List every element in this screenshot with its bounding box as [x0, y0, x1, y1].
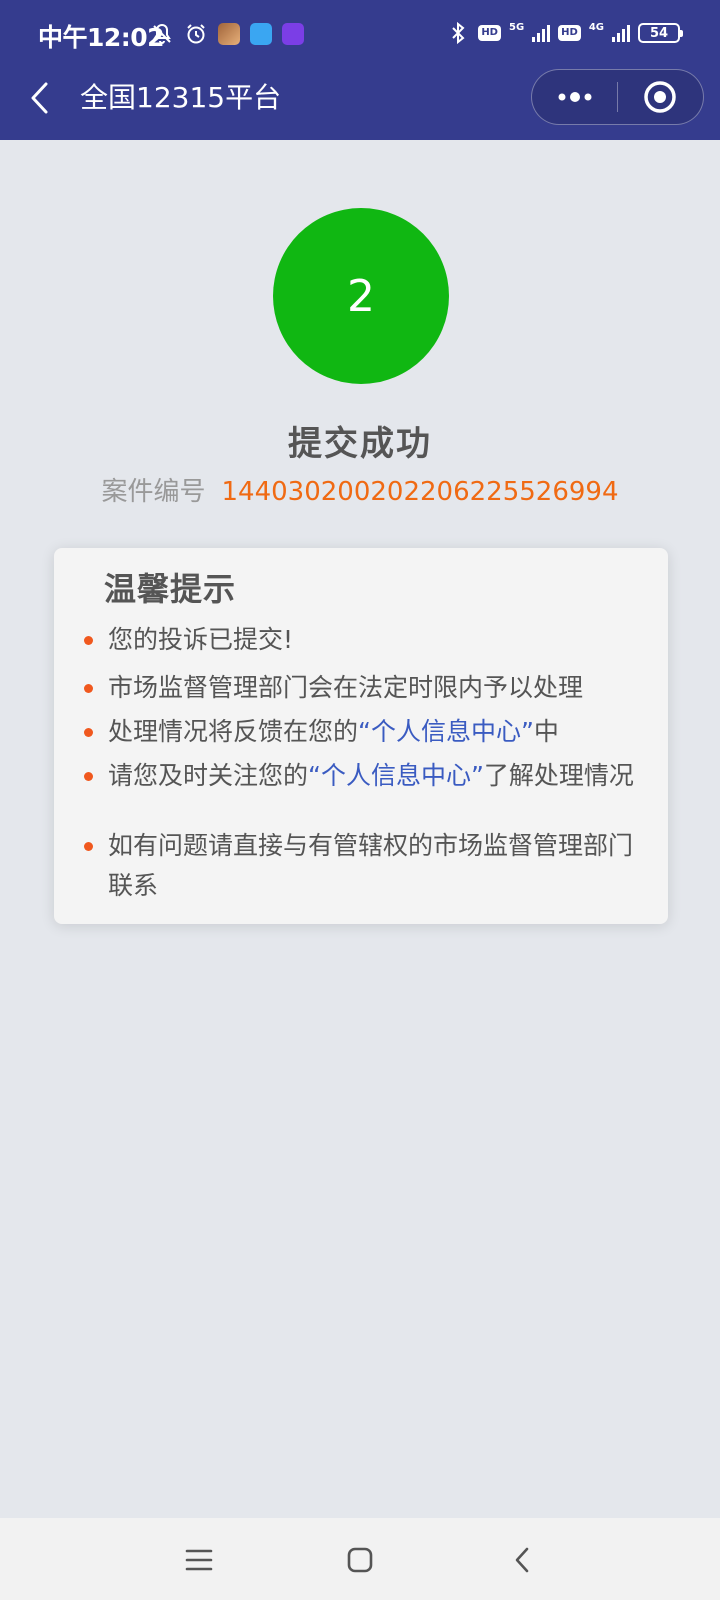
bullet-dot-icon [84, 728, 93, 737]
signal-5g-icon [532, 24, 551, 42]
mini-program-capsule [531, 69, 704, 125]
tip-text-after: 了解处理情况 [483, 761, 634, 790]
signal-4g-icon [612, 24, 630, 42]
step-number: 2 [347, 270, 375, 322]
tips-title: 温馨提示 [104, 570, 237, 608]
system-navigation-bar [0, 1518, 720, 1600]
case-number-value: 144030200202206225526994 [221, 477, 619, 507]
bluetooth-icon [446, 21, 470, 45]
tip-item: 处理情况将反馈在您的“个人信息中心”中 [84, 718, 644, 746]
tip-item: 如有问题请直接与有管辖权的市场监督管理部门联系 [84, 826, 644, 906]
target-circle-icon [644, 81, 677, 113]
tip-item: 您的投诉已提交! [84, 626, 644, 654]
page-title: 全国12315平台 [80, 81, 282, 114]
tip-text: 如有问题请直接与有管辖权的市场监督管理部门联系 [108, 831, 634, 900]
back-button[interactable] [22, 78, 58, 118]
tips-card: 温馨提示 您的投诉已提交! 市场监督管理部门会在法定时限内予以处理 处理情况将反… [54, 548, 668, 924]
tip-text-before: 请您及时关注您的 [108, 761, 309, 790]
tip-text: 市场监督管理部门会在法定时限内予以处理 [108, 673, 584, 702]
hd-badge-2: HD [558, 25, 581, 41]
hd-badge: HD [478, 25, 501, 41]
case-number-label: 案件编号 [101, 477, 206, 507]
system-back-button[interactable] [502, 1540, 542, 1580]
status-bar: 中午12:02 HD 5G HD 4G 54 [0, 0, 720, 68]
app-header: 中午12:02 HD 5G HD 4G 54 全国12315平台 [0, 0, 720, 140]
nav-bar: 全国12315平台 [0, 68, 720, 140]
network-4g-label: 4G [588, 22, 604, 33]
case-number-row: 案件编号 144030200202206225526994 [0, 474, 720, 510]
bullet-dot-icon [84, 772, 93, 781]
back-triangle-icon [515, 1547, 529, 1573]
tip-item: 市场监督管理部门会在法定时限内予以处理 [84, 674, 644, 702]
mute-bell-icon [150, 22, 174, 46]
status-notification-icons [150, 20, 304, 48]
chat-app-icon [250, 23, 272, 45]
personal-center-link[interactable]: “个人信息中心” [308, 761, 484, 790]
tip-text: 请您及时关注您的“个人信息中心”了解处理情况 [84, 762, 644, 790]
bullet-dot-icon [84, 636, 93, 645]
network-5g-label: 5G [508, 22, 525, 33]
home-button[interactable] [340, 1540, 380, 1580]
status-time: 中午12:02 [38, 23, 165, 52]
personal-center-link[interactable]: “个人信息中心” [358, 717, 534, 746]
step-number-circle: 2 [273, 208, 449, 384]
battery-level: 54 [649, 25, 669, 41]
more-dots-icon [558, 92, 591, 102]
bullet-dot-icon [84, 842, 93, 851]
tip-text-before: 处理情况将反馈在您的 [108, 717, 359, 746]
alarm-clock-icon [184, 22, 208, 46]
more-button[interactable] [532, 70, 617, 124]
bullet-dot-icon [84, 684, 93, 693]
video-app-icon [282, 23, 304, 45]
home-square-icon [347, 1547, 373, 1573]
battery-icon: 54 [638, 23, 683, 43]
tip-text-after: 中 [533, 717, 559, 746]
success-title: 提交成功 [288, 424, 432, 464]
close-mini-program-button[interactable] [618, 70, 703, 124]
tip-item: 请您及时关注您的“个人信息中心”了解处理情况 [84, 762, 644, 790]
game-app-icon [218, 23, 240, 45]
chevron-left-icon [31, 82, 48, 114]
status-system-icons: HD 5G HD 4G 54 [446, 18, 683, 48]
tip-text: 您的投诉已提交! [108, 625, 294, 654]
menu-lines-icon [185, 1549, 213, 1571]
tip-text: 处理情况将反馈在您的“个人信息中心”中 [84, 718, 644, 746]
recent-apps-button[interactable] [179, 1540, 219, 1580]
